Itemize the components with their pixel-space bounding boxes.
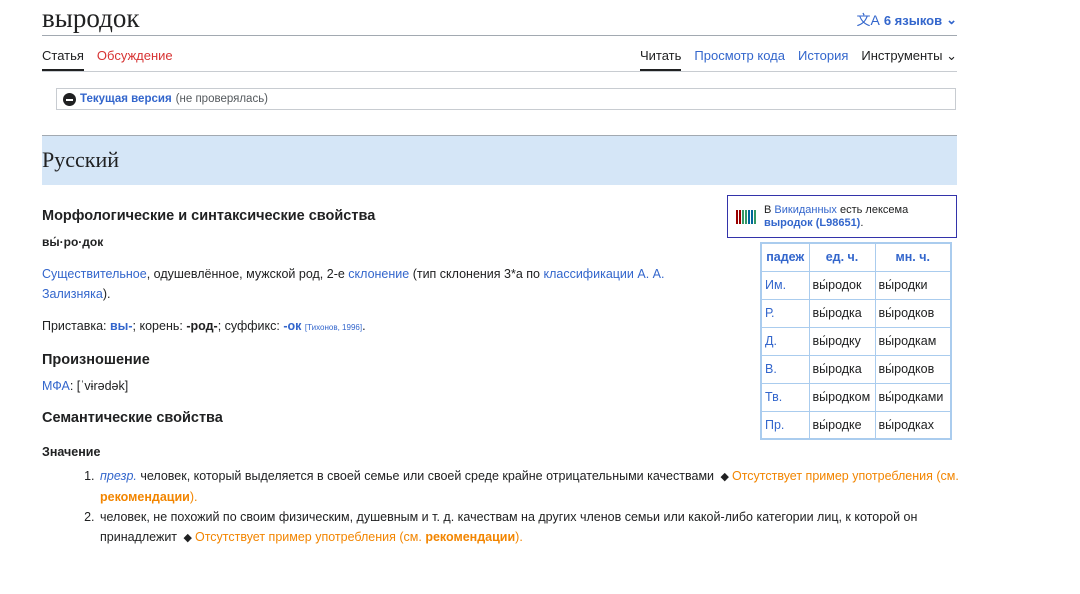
table-cell: вы́родки [874,270,952,300]
table-cell: вы́родок [808,270,876,300]
wikidata-link[interactable]: Викиданных [774,204,837,216]
recommendations-link[interactable]: рекомендации [425,530,515,544]
desc-text: (тип склонения 3*a по [409,267,544,281]
chevron-down-icon: ⌄ [946,12,957,27]
table-cell: вы́родках [874,410,952,440]
page: выродок 文A 6 языков ⌄ Статья Обсуждение … [42,0,959,544]
ipa-link[interactable]: МФА [42,379,70,393]
table-cell: вы́родком [808,382,876,412]
table-row: Д. вы́родку вы́родкам [760,326,952,356]
root-label: ; корень: [132,319,187,333]
suffix-link[interactable]: -ок [283,319,301,333]
missing-example-close: ). [515,530,523,544]
title-row: выродок 文A 6 языков ⌄ [42,0,957,36]
tab-article[interactable]: Статья [42,48,84,71]
tools-label: Инструменты [861,48,943,63]
missing-example: Отсутствует пример употребления (см. [194,530,426,544]
table-cell: вы́родков [874,298,952,328]
missing-example: Отсутствует пример употребления (см. [731,469,959,483]
tab-discussion[interactable]: Обсуждение [97,48,173,71]
table-header-row: падеж ед. ч. мн. ч. [760,242,952,272]
table-cell: вы́родками [874,382,952,412]
table-row: Им. вы́родок вы́родки [760,270,952,300]
tab-read[interactable]: Читать [640,48,682,71]
table-row: Р. вы́родка вы́родков [760,298,952,328]
prefix-label: Приставка: [42,319,110,333]
reference-link[interactable]: [Тихонов, 1996] [305,323,362,332]
meaning-heading: Значение [42,445,101,459]
prefix-link[interactable]: вы- [110,319,133,333]
lexeme-link[interactable]: выродок (L98651) [764,217,860,229]
morphemes: Приставка: вы-; корень: -род-; суффикс: … [42,316,722,338]
table-cell: вы́родке [808,410,876,440]
current-version-link[interactable]: Текущая версия [80,93,172,105]
period: . [362,319,366,333]
column-header[interactable]: падеж [760,242,810,272]
list-item: презр. человек, который выделяется в сво… [98,466,978,507]
pronunciation: МФА: [ˈvɨrədək] [42,376,722,396]
table-cell: вы́родка [808,354,876,384]
semantic-heading: Семантические свойства [42,410,223,426]
wd-end: . [860,216,864,229]
chevron-down-icon: ⌄ [946,48,957,63]
table-row: В. вы́родка вы́родков [760,354,952,384]
article-content: Морфологические и синтаксические свойств… [42,196,959,548]
case-link[interactable]: Д. [760,326,810,356]
tab-history[interactable]: История [798,48,848,71]
languages-label: 6 языков [883,12,943,28]
case-link[interactable]: В. [760,354,810,384]
case-link[interactable]: Р. [760,298,810,328]
table-cell: вы́родкам [874,326,952,356]
column-header[interactable]: мн. ч. [874,242,952,272]
morph-description: Существительное, одушевлённое, мужской р… [42,264,722,304]
pronunciation-heading: Произношение [42,352,150,368]
flagged-revision-bar: Текущая версия (не проверялась) [56,88,956,110]
desc-text: , одушевлённое, мужской род, 2-е [146,267,349,281]
table-cell: вы́родков [874,354,952,384]
recommendations-link[interactable]: рекомендации [100,490,190,504]
diamond-icon: ◆ [183,532,192,544]
suffix-label: ; суффикс: [217,319,284,333]
table-cell: вы́родку [808,326,876,356]
tab-bar: Статья Обсуждение Читать Просмотр кода И… [42,36,957,72]
meanings-list: презр. человек, который выделяется в сво… [98,466,978,548]
case-link[interactable]: Им. [760,270,810,300]
noun-link[interactable]: Существительное [42,267,147,281]
wd-mid: есть лексема [836,203,909,216]
case-link[interactable]: Тв. [760,382,810,412]
wd-prefix: В [764,203,775,216]
revision-status: (не проверялась) [175,93,269,105]
language-heading-text: Русский [42,147,119,172]
wikidata-logo-icon [736,209,756,224]
declension-link[interactable]: склонение [348,267,409,281]
diamond-icon: ◆ [720,471,729,483]
column-header[interactable]: ед. ч. [808,242,876,272]
wikidata-text: В Викиданных есть лексема выродок (L9865… [764,204,908,230]
table-row: Тв. вы́родком вы́родками [760,382,952,412]
table-cell: вы́родка [808,298,876,328]
declension-table: падеж ед. ч. мн. ч. Им. вы́родок вы́родк… [760,242,952,440]
minus-circle-icon [63,92,76,106]
label-link[interactable]: презр. [100,469,137,483]
root: -род- [186,319,218,333]
morph-heading: Морфологические и синтаксические свойств… [42,208,376,224]
tab-tools[interactable]: Инструменты ⌄ [861,48,957,71]
language-heading: Русский [42,135,957,185]
list-item: человек, не похожий по своим физическим,… [98,507,978,548]
table-row: Пр. вы́родке вы́родках [760,410,952,440]
translate-icon: 文A [856,12,880,28]
wikidata-box: В Викиданных есть лексема выродок (L9865… [727,195,957,238]
case-link[interactable]: Пр. [760,410,810,440]
page-title: выродок [42,3,140,33]
hyphenation: вы́·ро·док [42,235,104,249]
ipa-transcription: : [ˈvɨrədək] [69,379,129,393]
meaning-text: человек, который выделяется в своей семь… [136,469,718,483]
desc-text: ). [102,287,111,301]
tab-view-source[interactable]: Просмотр кода [694,48,785,71]
languages-button[interactable]: 文A 6 языков ⌄ [856,10,957,30]
missing-example-close: ). [189,490,198,504]
